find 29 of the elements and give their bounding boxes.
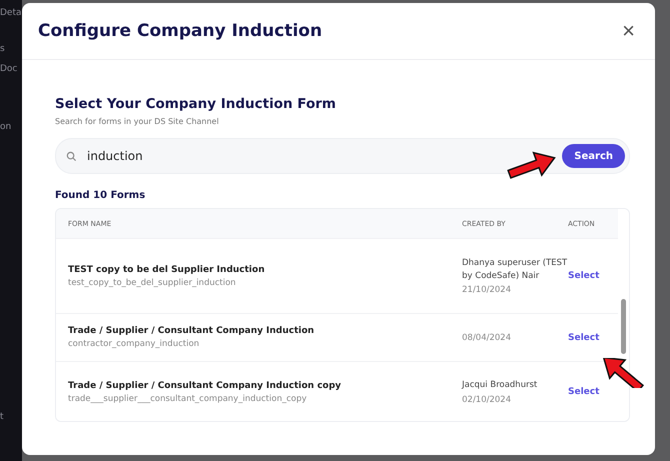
created-date: 21/10/2024 (462, 284, 512, 295)
form-name: Trade / Supplier / Consultant Company Induction copy (68, 380, 342, 390)
sidebar-item[interactable]: s (0, 44, 22, 54)
form-slug: trade___supplier___consultant_company_induction_copy (68, 394, 308, 404)
sidebar-item[interactable]: Deta (0, 8, 22, 18)
search-icon (66, 150, 77, 162)
form-name: TEST copy to be del Supplier Induction (68, 264, 266, 274)
form-name: Trade / Supplier / Consultant Company Induction (68, 326, 316, 336)
form-slug: test_copy_to_be_del_supplier_induction (68, 278, 237, 288)
select-link[interactable]: Select (568, 387, 618, 397)
hint-text: Search for forms in your DS Site Channel (55, 117, 220, 126)
scrollbar[interactable] (618, 209, 629, 421)
sidebar-item[interactable]: t (0, 412, 22, 422)
select-link[interactable]: Select (568, 332, 618, 342)
pointer-arrow (506, 151, 558, 181)
dialog-title: Configure Company Induction (38, 21, 322, 41)
close-button[interactable]: × (622, 20, 635, 42)
select-link[interactable]: Select (568, 271, 618, 281)
search-field[interactable]: induction Search (55, 138, 630, 174)
form-slug: contractor_company_induction (68, 339, 200, 349)
search-button[interactable]: Search (562, 144, 625, 168)
creator-name: Jacqui Broadhurst (462, 379, 538, 392)
created-date: 08/04/2024 (462, 332, 512, 342)
sidebar-item[interactable]: on (0, 122, 22, 132)
creator-name: Dhanya superuser (TEST by CodeSafe) Nair (462, 257, 568, 282)
section-heading: Select Your Company Induction Form (55, 96, 337, 112)
sidebar-item[interactable]: Doc (0, 64, 22, 74)
result-count: Found 10 Forms (55, 190, 146, 201)
created-date: 02/10/2024 (462, 394, 512, 405)
